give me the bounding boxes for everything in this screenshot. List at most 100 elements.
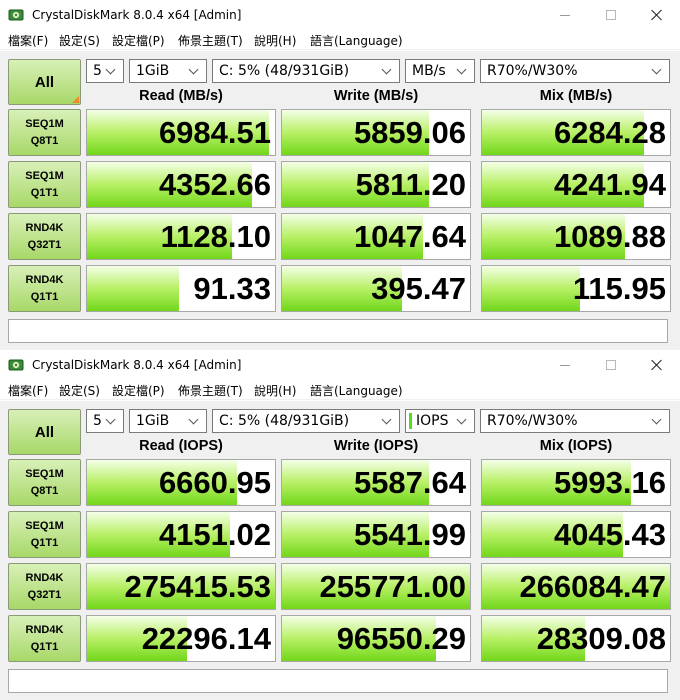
test-name: SEQ1M xyxy=(25,519,64,532)
write-result: 5587.64 xyxy=(281,459,471,506)
title-bar[interactable]: CrystalDiskMark 8.0.4 x64 [Admin] xyxy=(0,350,680,380)
menu-profile[interactable]: 設定檔(P) xyxy=(112,32,165,49)
test-params: Q32T1 xyxy=(27,588,62,601)
test-button-rnd4k-q1t1[interactable]: RND4K Q1T1 xyxy=(8,615,81,662)
minimize-button[interactable] xyxy=(542,350,588,380)
size-value: 1GiB xyxy=(136,413,170,429)
test-button-rnd4k-q1t1[interactable]: RND4K Q1T1 xyxy=(8,265,81,312)
menu-settings[interactable]: 設定(S) xyxy=(59,382,100,399)
title-bar[interactable]: CrystalDiskMark 8.0.4 x64 [Admin] xyxy=(0,0,680,30)
result-value: 6660.95 xyxy=(158,465,271,500)
drive-value: C: 5% (48/931GiB) xyxy=(219,63,350,79)
result-value: 1047.64 xyxy=(353,219,466,254)
test-name: RND4K xyxy=(25,623,64,636)
read-result: 91.33 xyxy=(86,265,276,312)
chevron-down-icon xyxy=(187,414,201,428)
cdm-window-mbps: CrystalDiskMark 8.0.4 x64 [Admin] 檔案(F) … xyxy=(0,0,680,350)
mix-select[interactable]: R70%/W30% xyxy=(480,59,670,83)
menu-file[interactable]: 檔案(F) xyxy=(8,32,48,49)
write-result: 5859.06 xyxy=(281,109,471,156)
test-params: Q1T1 xyxy=(30,290,59,303)
benchmark-panel: All 5 1GiB C: 5% (48/931GiB) IOPS R70%/W… xyxy=(0,401,680,700)
count-select[interactable]: 5 xyxy=(86,59,124,83)
size-value: 1GiB xyxy=(136,63,170,79)
menu-language[interactable]: 語言(Language) xyxy=(310,32,403,49)
result-value: 28309.08 xyxy=(536,621,666,656)
test-name: RND4K xyxy=(25,273,64,286)
menu-bar: 檔案(F) 設定(S) 設定檔(P) 佈景主題(T) 說明(H) 語言(Lang… xyxy=(0,380,680,400)
write-result: 5811.20 xyxy=(281,161,471,208)
test-params: Q8T1 xyxy=(30,484,59,497)
test-button-seq1m-q1t1[interactable]: SEQ1M Q1T1 xyxy=(8,161,81,208)
test-name: RND4K xyxy=(25,221,64,234)
drive-select[interactable]: C: 5% (48/931GiB) xyxy=(212,59,400,83)
count-select[interactable]: 5 xyxy=(86,409,124,433)
read-result: 4352.66 xyxy=(86,161,276,208)
read-header: Read (MB/s) xyxy=(139,88,223,104)
read-result: 275415.53 xyxy=(86,563,276,610)
menu-theme[interactable]: 佈景主題(T) xyxy=(178,382,243,399)
test-name: RND4K xyxy=(25,571,64,584)
test-button-seq1m-q1t1[interactable]: SEQ1M Q1T1 xyxy=(8,511,81,558)
close-icon xyxy=(651,359,663,371)
all-button[interactable]: All xyxy=(8,59,81,105)
read-header: Read (IOPS) xyxy=(139,438,223,454)
chevron-down-icon xyxy=(104,414,118,428)
chevron-down-icon xyxy=(650,64,664,78)
chevron-down-icon xyxy=(455,414,469,428)
size-select[interactable]: 1GiB xyxy=(129,59,207,83)
mix-result: 5993.16 xyxy=(481,459,671,506)
mix-result: 4241.94 xyxy=(481,161,671,208)
maximize-icon xyxy=(606,10,616,20)
maximize-button[interactable] xyxy=(588,350,634,380)
result-value: 96550.29 xyxy=(336,621,466,656)
mix-select[interactable]: R70%/W30% xyxy=(480,409,670,433)
close-button[interactable] xyxy=(634,350,680,380)
write-result: 255771.00 xyxy=(281,563,471,610)
maximize-button[interactable] xyxy=(588,0,634,30)
menu-bar: 檔案(F) 設定(S) 設定檔(P) 佈景主題(T) 說明(H) 語言(Lang… xyxy=(0,30,680,50)
result-bar xyxy=(87,266,180,311)
test-button-rnd4k-q32t1[interactable]: RND4K Q32T1 xyxy=(8,213,81,260)
result-value: 4241.94 xyxy=(553,167,666,202)
window-title: CrystalDiskMark 8.0.4 x64 [Admin] xyxy=(32,358,242,372)
comment-field[interactable] xyxy=(8,669,668,693)
minimize-icon xyxy=(560,14,570,16)
disk-icon xyxy=(8,9,24,21)
close-button[interactable] xyxy=(634,0,680,30)
comment-field[interactable] xyxy=(8,319,668,343)
write-result: 1047.64 xyxy=(281,213,471,260)
chevron-down-icon xyxy=(380,64,394,78)
result-value: 4151.02 xyxy=(158,517,271,552)
test-params: Q1T1 xyxy=(30,640,59,653)
menu-settings[interactable]: 設定(S) xyxy=(59,32,100,49)
drive-select[interactable]: C: 5% (48/931GiB) xyxy=(212,409,400,433)
window-title: CrystalDiskMark 8.0.4 x64 [Admin] xyxy=(32,8,242,22)
result-value: 22296.14 xyxy=(141,621,271,656)
size-select[interactable]: 1GiB xyxy=(129,409,207,433)
mix-result: 266084.47 xyxy=(481,563,671,610)
write-result: 96550.29 xyxy=(281,615,471,662)
menu-theme[interactable]: 佈景主題(T) xyxy=(178,32,243,49)
menu-profile[interactable]: 設定檔(P) xyxy=(112,382,165,399)
result-value: 6984.51 xyxy=(158,115,271,150)
minimize-button[interactable] xyxy=(542,0,588,30)
all-button[interactable]: All xyxy=(8,409,81,455)
unit-value: MB/s xyxy=(412,63,446,79)
result-value: 5993.16 xyxy=(553,465,666,500)
unit-select[interactable]: IOPS xyxy=(405,409,475,433)
test-button-rnd4k-q32t1[interactable]: RND4K Q32T1 xyxy=(8,563,81,610)
menu-language[interactable]: 語言(Language) xyxy=(310,382,403,399)
all-button-label: All xyxy=(34,73,55,91)
menu-help[interactable]: 說明(H) xyxy=(254,32,296,49)
test-name: SEQ1M xyxy=(25,117,64,130)
unit-select[interactable]: MB/s xyxy=(405,59,475,83)
test-button-seq1m-q8t1[interactable]: SEQ1M Q8T1 xyxy=(8,109,81,156)
result-value: 1128.10 xyxy=(160,219,271,254)
menu-help[interactable]: 說明(H) xyxy=(254,382,296,399)
drive-value: C: 5% (48/931GiB) xyxy=(219,413,350,429)
test-button-seq1m-q8t1[interactable]: SEQ1M Q8T1 xyxy=(8,459,81,506)
menu-file[interactable]: 檔案(F) xyxy=(8,382,48,399)
result-value: 255771.00 xyxy=(319,569,466,604)
mix-result: 4045.43 xyxy=(481,511,671,558)
